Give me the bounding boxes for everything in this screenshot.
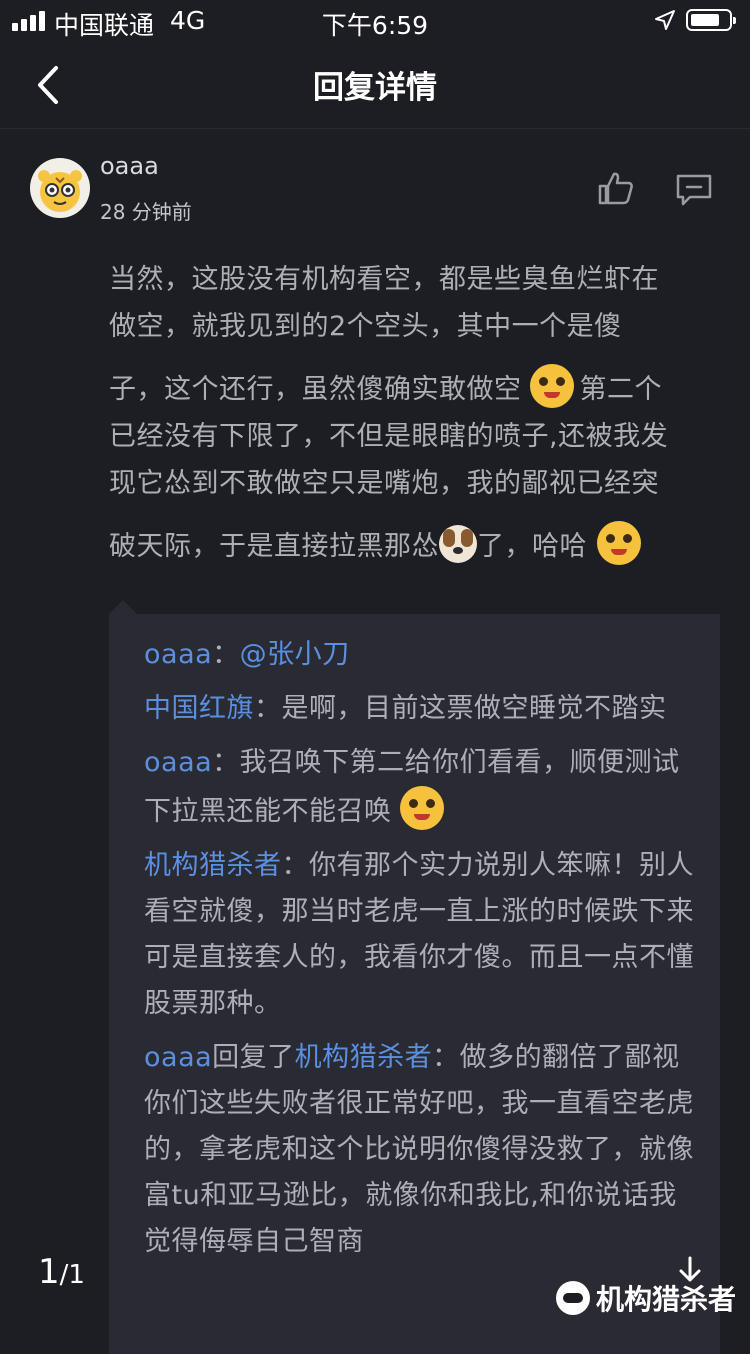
post-line: 破天际，于是直接拉黑那怂 了，哈哈 [109,521,721,570]
reply-separator: ： [254,693,282,724]
reply-item: oaaa：我召唤下第二给你们看看，顺便测试下拉黑还能不能召唤 [144,740,704,835]
tiger-avatar-icon [38,170,82,212]
reply-author[interactable]: 机构猎杀者 [144,850,282,881]
reply-author[interactable]: oaaa [144,639,212,670]
post-time: 28 分钟前 [100,200,192,224]
cool-tiger-emoji-icon [399,786,444,830]
post-text: 子，这个还行，虽然傻确实敢做空 [109,374,522,405]
watermark-logo-icon [556,1281,590,1315]
post-line: 当然，这股没有机构看空，都是些臭鱼烂虾在 [109,264,659,295]
tiger-emoji-icon [529,364,574,408]
post-line: 做空，就我见到的2个空头，其中一个是傻 [109,311,622,342]
reply-separator: ： [212,639,240,670]
reply-separator: ： [432,1042,460,1073]
page-current: 1 [38,1252,60,1292]
page-title: 回复详情 [313,70,437,106]
tiger-emoji-icon [597,521,641,565]
reply-target[interactable]: 机构猎杀者 [295,1042,433,1073]
post-text: 破天际，于是直接拉黑那怂 [109,531,439,562]
reply-author[interactable]: 中国红旗 [144,693,254,724]
watermark: 机构猎杀者 [556,1278,736,1318]
reply-separator: ： [281,850,309,881]
post-content: 当然，这股没有机构看空，都是些臭鱼烂虾在 做空，就我见到的2个空头，其中一个是傻… [109,256,721,570]
reply-thread: oaaa：@张小刀 中国红旗：是啊，目前这票做空睡觉不踏实 oaaa：我召唤下第… [144,632,704,1273]
reply-item: oaaa：@张小刀 [144,632,704,678]
location-arrow-icon [655,10,675,30]
reply-word: 回复了 [212,1042,295,1073]
watermark-text: 机构猎杀者 [596,1283,737,1316]
thumbs-up-icon[interactable] [596,170,636,206]
mention-link[interactable]: @张小刀 [240,639,350,670]
comment-icon[interactable] [674,172,714,208]
reply-text: 是啊，目前这票做空睡觉不踏实 [281,693,667,724]
post-line: 现它怂到不敢做空只是嘴炮，我的鄙视已经突 [109,468,659,499]
page-total: /1 [59,1260,85,1290]
nav-bar: 回复详情 [0,42,750,129]
clock: 下午6:59 [321,11,429,40]
post-line: 子，这个还行，虽然傻确实敢做空 第二个 [109,364,721,413]
reply-text: 做多的翻倍了鄙视你们这些失败者很正常好吧，我一直看空老虎的，拿老虎和这个比说明你… [144,1042,694,1257]
dog-emoji-icon [439,525,477,563]
status-bar: 中国联通 4G 下午6:59 [0,0,750,42]
post-text: 第二个 [579,374,662,405]
reply-item: 中国红旗：是啊，目前这票做空睡觉不踏实 [144,686,704,732]
post-author[interactable]: oaaa [100,152,159,180]
post-text: 了，哈哈 [477,531,587,562]
reply-author[interactable]: oaaa [144,1042,212,1073]
battery-icon [686,9,736,31]
reply-item: 机构猎杀者：你有那个实力说别人笨嘛！别人看空就傻，那当时老虎一直上涨的时候跌下来… [144,843,704,1027]
page-indicator: 1/1 [38,1252,85,1292]
reply-item: oaaa回复了机构猎杀者：做多的翻倍了鄙视你们这些失败者很正常好吧，我一直看空老… [144,1035,704,1265]
avatar[interactable] [30,158,90,218]
post-line: 已经没有下限了，不但是眼瞎的喷子,还被我发 [109,421,669,452]
quote-notch [109,600,137,614]
reply-author[interactable]: oaaa [144,747,212,778]
reply-separator: ： [212,747,240,778]
